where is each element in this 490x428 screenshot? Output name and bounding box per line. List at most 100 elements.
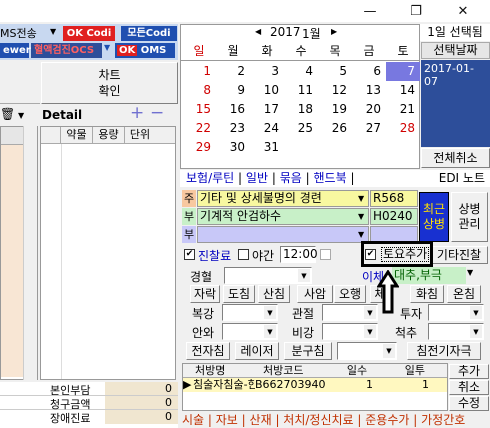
calendar-day[interactable]: 4 <box>284 62 318 81</box>
acupuncture-type-button[interactable]: 산침 <box>258 285 290 303</box>
tab-edi-note[interactable]: EDI 노트 <box>439 170 485 187</box>
calendar-day[interactable]: 6 <box>352 62 386 81</box>
detail-add-icon[interactable]: + <box>130 103 144 123</box>
other-consult-button[interactable]: 기타진찰 <box>430 246 488 264</box>
calendar-day[interactable]: 20 <box>352 100 386 119</box>
table-row[interactable]: ▶ 침술자침술-한 B662703940 1 1 <box>183 378 447 392</box>
cheokchu-combo[interactable]: ▼ <box>428 323 484 340</box>
time-input[interactable]: 12:00 <box>280 246 318 263</box>
tab-auto-insurance[interactable]: 자보 <box>216 413 238 427</box>
calendar-day[interactable]: 16 <box>216 100 250 119</box>
diagnosis-name-3[interactable] <box>197 226 369 243</box>
calendar-day[interactable]: 18 <box>284 100 318 119</box>
diagnosis-dropdown-icon[interactable]: ▼ <box>358 230 364 239</box>
calendar-day[interactable]: 8 <box>182 81 216 100</box>
minimize-button[interactable]: — <box>347 0 393 22</box>
calendar-day[interactable]: 31 <box>250 138 284 157</box>
acupuncture-type-button[interactable]: 사암 <box>297 285 333 303</box>
tab-applied-fee[interactable]: 준용수가 <box>365 413 409 427</box>
bunguchim-button[interactable]: 분구침 <box>284 342 332 360</box>
calendar-day[interactable]: 7 <box>386 62 420 81</box>
calendar-day[interactable]: 1 <box>182 62 216 81</box>
left-scrollbar[interactable] <box>23 126 37 380</box>
calendar-day[interactable]: 14 <box>386 81 420 100</box>
prev-month-icon[interactable]: ◀ <box>255 27 261 36</box>
anwa-combo[interactable]: ▼ <box>222 323 278 340</box>
misc-combo[interactable]: ▼ <box>337 342 397 360</box>
tuja-combo[interactable]: ▼ <box>428 304 484 321</box>
bokgang-combo[interactable]: ▼ <box>222 304 278 321</box>
diagnosis-dropdown-icon[interactable]: ▼ <box>358 194 364 203</box>
trash-dropdown-icon[interactable]: ▼ <box>18 111 24 120</box>
consult-fee-checkbox[interactable]: ✔ <box>184 249 195 260</box>
calendar-day[interactable]: 10 <box>250 81 284 100</box>
ok-oms-button[interactable]: OK OMS <box>115 43 175 58</box>
calendar-day[interactable]: 24 <box>250 119 284 138</box>
route-combo[interactable]: ▼ <box>224 267 312 284</box>
bigang-combo[interactable]: ▼ <box>322 323 378 340</box>
recent-diagnosis-button[interactable]: 최근 상병 <box>419 192 449 242</box>
calendar-day[interactable]: 23 <box>216 119 250 138</box>
ocs-dropdown-icon[interactable]: ▼ <box>104 43 110 52</box>
tab-handbook[interactable]: 핸드북 <box>314 171 347 185</box>
acupuncture-type-button[interactable]: 온침 <box>447 285 481 303</box>
trash-icon[interactable]: 🗑 <box>0 107 20 125</box>
diagnosis-name-2[interactable]: 기계적 안검하수 <box>197 208 369 225</box>
cancel-button[interactable]: 취소 <box>449 380 489 395</box>
acupuncture-type-button[interactable]: 오행 <box>334 285 366 303</box>
calendar-day[interactable]: 12 <box>318 81 352 100</box>
night-checkbox[interactable] <box>238 249 249 260</box>
tab-industrial[interactable]: 산재 <box>250 413 272 427</box>
diagnosis-dropdown-icon[interactable]: ▼ <box>358 212 364 221</box>
calendar-day[interactable]: 28 <box>386 119 420 138</box>
calendar-day[interactable]: 5 <box>318 62 352 81</box>
clear-all-button[interactable]: 전체취소 <box>421 148 490 168</box>
tab-treatment[interactable]: 처치/정신치료 <box>283 413 353 427</box>
calendar-day[interactable]: 19 <box>318 100 352 119</box>
electro-acupuncture-button[interactable]: 전자침 <box>186 342 230 360</box>
all-codi-button[interactable]: 모든Codi <box>121 26 177 41</box>
calendar-day[interactable]: 25 <box>284 119 318 138</box>
calendar-day[interactable]: 21 <box>386 100 420 119</box>
diagnosis-manage-button[interactable]: 상병 관리 <box>451 192 488 242</box>
next-month-icon[interactable]: ▶ <box>331 27 337 36</box>
daechu-dropdown-icon[interactable]: ▼ <box>467 268 473 277</box>
close-button[interactable]: ✕ <box>440 0 486 22</box>
calendar-day[interactable]: 13 <box>352 81 386 100</box>
ms-send-label[interactable]: MS전송 <box>0 26 50 41</box>
tab-bundle[interactable]: 묶음 <box>280 171 302 185</box>
laser-button[interactable]: 레이저 <box>235 342 279 360</box>
diagnosis-name-1[interactable]: 기타 및 상세불명의 경련 <box>197 190 369 207</box>
detail-remove-icon[interactable]: − <box>150 103 164 123</box>
selected-date-item[interactable]: 2017-01-07 <box>424 62 487 88</box>
acupuncture-type-button[interactable]: 자락 <box>190 285 220 303</box>
diagnosis-code-1[interactable]: R568 <box>370 190 418 207</box>
tab-general[interactable]: 일반 <box>246 171 268 185</box>
diagnosis-code-2[interactable]: H0240 <box>370 208 418 225</box>
tab-insurance-routine[interactable]: 보험/루틴 <box>180 171 234 185</box>
calendar-day[interactable]: 29 <box>182 138 216 157</box>
daechu-combo[interactable]: 대추,부극 <box>392 267 466 284</box>
tab-home-care[interactable]: 가정간호 <box>421 413 465 427</box>
blood-ocs-button[interactable]: 혈액검진OCS <box>31 43 102 58</box>
calendar-day[interactable]: 30 <box>216 138 250 157</box>
add-button[interactable]: 추가 <box>449 364 489 379</box>
stimulator-button[interactable]: 침전기자극 <box>407 342 481 360</box>
acupuncture-type-button[interactable]: 도침 <box>223 285 255 303</box>
calendar-day[interactable]: 15 <box>182 100 216 119</box>
calendar-day[interactable]: 11 <box>284 81 318 100</box>
gwanjeol-combo[interactable]: ▼ <box>322 304 378 321</box>
tab-procedure[interactable]: 시술 <box>182 413 204 427</box>
viewer-button[interactable]: ewer <box>0 43 31 58</box>
chart-confirm-button[interactable]: 차트 확인 <box>41 62 178 104</box>
calendar-day[interactable]: 17 <box>250 100 284 119</box>
calendar-day[interactable]: 2 <box>216 62 250 81</box>
calendar-day[interactable]: 3 <box>250 62 284 81</box>
ms-dropdown-icon[interactable]: ▼ <box>50 27 56 36</box>
calendar-day[interactable]: 22 <box>182 119 216 138</box>
calendar-day[interactable]: 26 <box>318 119 352 138</box>
selected-date-list[interactable]: 2017-01-07 <box>421 60 490 147</box>
edit-button[interactable]: 수정 <box>449 396 489 411</box>
restore-button[interactable]: ❐ <box>393 0 439 22</box>
calendar-day[interactable]: 9 <box>216 81 250 100</box>
